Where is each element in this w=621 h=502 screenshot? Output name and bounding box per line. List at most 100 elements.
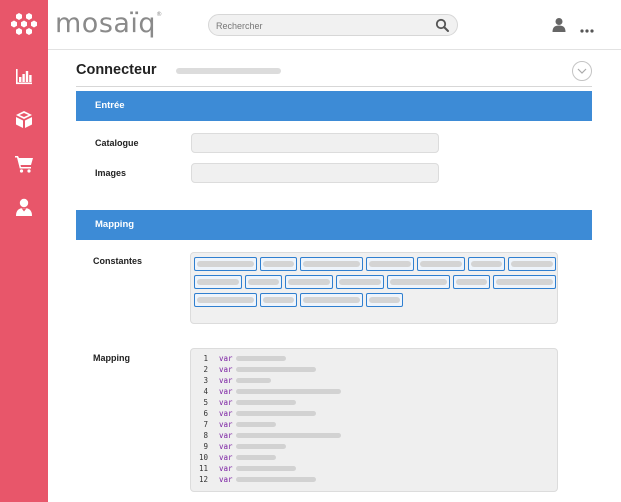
line-number: 12: [198, 475, 208, 484]
code-line: 7 var: [191, 419, 557, 430]
constant-chip[interactable]: [194, 257, 257, 271]
line-number: 3: [203, 376, 208, 385]
section-header-mapping[interactable]: Mapping: [76, 210, 592, 240]
sidebar-item-catalog[interactable]: [0, 104, 48, 136]
code-keyword: var: [219, 453, 233, 462]
code-keyword: var: [219, 442, 233, 451]
code-line: 10 var: [191, 452, 557, 463]
code-line: 6 var: [191, 408, 557, 419]
constants-field[interactable]: [190, 252, 558, 324]
more-options-icon[interactable]: [580, 21, 594, 33]
code-keyword: var: [219, 464, 233, 473]
cart-icon: [15, 156, 33, 173]
search-input[interactable]: [216, 17, 426, 34]
main-content: Connecteur Entrée Catalogue Images Mappi…: [48, 50, 621, 502]
constant-chip[interactable]: [260, 293, 297, 307]
code-keyword: var: [219, 475, 233, 484]
constant-chip[interactable]: [300, 257, 363, 271]
code-placeholder: [236, 477, 316, 482]
box-icon: [16, 111, 32, 128]
line-number: 9: [203, 442, 208, 451]
constant-chip[interactable]: [366, 257, 414, 271]
hexagon-logo-icon[interactable]: [0, 0, 48, 48]
page-title-row: Connecteur: [76, 61, 592, 87]
constant-chip[interactable]: [245, 275, 282, 289]
line-number: 8: [203, 431, 208, 440]
chevron-down-icon: [577, 68, 587, 74]
constant-chip[interactable]: [387, 275, 450, 289]
constant-chip[interactable]: [260, 257, 297, 271]
catalog-label: Catalogue: [95, 138, 139, 148]
code-line: 1 var: [191, 353, 557, 364]
code-line: 12 var: [191, 474, 557, 485]
line-number: 7: [203, 420, 208, 429]
code-keyword: var: [219, 431, 233, 440]
code-placeholder: [236, 411, 316, 416]
code-keyword: var: [219, 354, 233, 363]
code-keyword: var: [219, 398, 233, 407]
code-keyword: var: [219, 420, 233, 429]
code-placeholder: [236, 455, 276, 460]
code-keyword: var: [219, 376, 233, 385]
constant-chip[interactable]: [336, 275, 384, 289]
sidebar: [0, 0, 48, 502]
sidebar-item-users[interactable]: [0, 191, 48, 223]
code-placeholder: [236, 400, 296, 405]
line-number: 2: [203, 365, 208, 374]
constants-label: Constantes: [93, 256, 143, 266]
code-placeholder: [236, 389, 341, 394]
app-window: mosaïq® Rechercher Connecteur Entrée Cat…: [0, 0, 621, 502]
constant-chip[interactable]: [508, 257, 556, 271]
code-keyword: var: [219, 365, 233, 374]
line-number: 6: [203, 409, 208, 418]
top-header: mosaïq®: [48, 0, 621, 50]
brand-name: mosaïq: [55, 8, 157, 39]
code-placeholder: [236, 378, 271, 383]
code-placeholder: [236, 422, 276, 427]
code-line: 8 var: [191, 430, 557, 441]
constant-chip[interactable]: [453, 275, 490, 289]
line-number: 4: [203, 387, 208, 396]
title-placeholder: [176, 68, 281, 74]
code-line: 9 var: [191, 441, 557, 452]
line-number: 10: [198, 453, 208, 462]
constant-chip[interactable]: [468, 257, 505, 271]
code-line: 3 var: [191, 375, 557, 386]
constant-chip[interactable]: [417, 257, 465, 271]
constant-chip[interactable]: [366, 293, 403, 307]
constant-chip[interactable]: [194, 275, 242, 289]
bar-chart-icon: [16, 69, 32, 85]
code-placeholder: [236, 356, 286, 361]
mapping-label: Mapping: [93, 353, 130, 363]
code-keyword: var: [219, 387, 233, 396]
code-placeholder: [236, 466, 296, 471]
brand-mark: ®: [156, 11, 163, 18]
images-field[interactable]: [191, 163, 439, 183]
user-icon: [16, 198, 32, 216]
constant-chip[interactable]: [285, 275, 333, 289]
page-title: Connecteur: [76, 62, 157, 78]
constant-chip[interactable]: [493, 275, 556, 289]
catalog-field[interactable]: [191, 133, 439, 153]
constant-chip[interactable]: [300, 293, 363, 307]
code-line: 11 var: [191, 463, 557, 474]
brand-logo: mosaïq®: [55, 8, 163, 39]
line-number: 5: [203, 398, 208, 407]
line-number: 1: [203, 354, 208, 363]
sidebar-item-cart[interactable]: [0, 148, 48, 180]
collapse-button[interactable]: [572, 61, 592, 81]
code-placeholder: [236, 433, 341, 438]
sidebar-item-statistics[interactable]: [0, 61, 48, 93]
user-account-icon[interactable]: [552, 17, 566, 33]
search-icon[interactable]: [435, 18, 450, 33]
section-header-input[interactable]: Entrée: [76, 91, 592, 121]
images-label: Images: [95, 168, 127, 178]
code-placeholder: [236, 444, 286, 449]
search-bar: [208, 14, 458, 36]
constant-chip[interactable]: [194, 293, 257, 307]
code-placeholder: [236, 367, 316, 372]
code-line: 5 var: [191, 397, 557, 408]
code-line: 4 var: [191, 386, 557, 397]
line-number: 11: [198, 464, 208, 473]
mapping-code-editor[interactable]: 1 var 2 var 3 var 4 var 5 var 6 var 7 va…: [190, 348, 558, 492]
